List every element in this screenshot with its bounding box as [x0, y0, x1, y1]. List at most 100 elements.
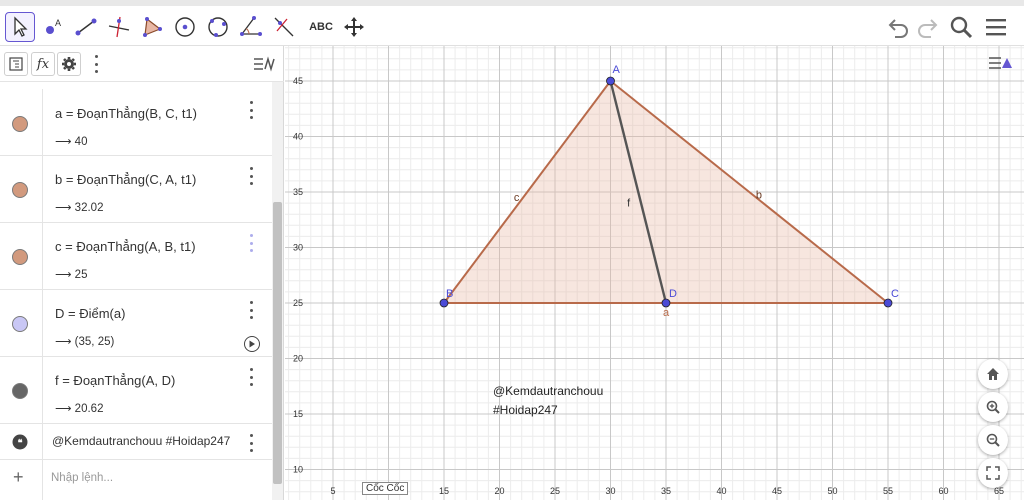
text-tool-button[interactable]: ABC	[304, 12, 338, 42]
visibility-toggle-c[interactable]	[12, 249, 28, 265]
row-menu-icon[interactable]	[246, 434, 256, 452]
row-definition[interactable]: f = ĐoạnThẳng(A, D)	[55, 373, 175, 388]
gear-icon	[62, 57, 76, 71]
graphics-style-bar-toggle[interactable]	[986, 52, 1016, 74]
zoom-in-icon	[986, 400, 1000, 414]
algebra-more-button[interactable]	[84, 52, 108, 76]
x-tick-label: 45	[772, 486, 782, 496]
toolbar: A ABC	[0, 0, 1024, 46]
x-tick-label: 50	[827, 486, 837, 496]
point-label-B: B	[446, 288, 453, 300]
angle-icon	[240, 16, 262, 36]
algebra-row-f[interactable]: f = ĐoạnThẳng(A, D) ⟶ 20.62	[0, 357, 272, 424]
polygon-tool-button[interactable]	[137, 12, 167, 42]
undo-icon	[888, 19, 908, 38]
home-button[interactable]	[978, 359, 1008, 389]
animation-play-button[interactable]	[244, 336, 260, 352]
point-tool-button[interactable]: A	[38, 12, 68, 42]
menu-icon	[986, 19, 1006, 36]
graphics-view[interactable]: 5 15 20 25 30 35 40 45 50 55 60 65 10 15 20 25 30 35 40 45 a…	[285, 46, 1024, 500]
algebra-row-c[interactable]: c = ĐoạnThẳng(A, B, t1) ⟶ 25	[0, 223, 272, 290]
algebra-row-d[interactable]: D = Điểm(a) ⟶ (35, 25)	[0, 290, 272, 357]
fx-button[interactable]: fx	[31, 52, 55, 76]
plus-icon[interactable]: +	[13, 467, 24, 488]
x-tick-label: 20	[494, 486, 504, 496]
move-tool-button[interactable]	[5, 12, 35, 42]
algebra-header: fx	[0, 46, 284, 82]
row-menu-icon[interactable]	[246, 101, 256, 119]
x-tick-label: 35	[661, 486, 671, 496]
y-tick-label: 20	[293, 354, 303, 364]
zoom-out-icon	[986, 433, 1000, 447]
arrow-cursor-icon	[14, 16, 28, 37]
y-tick-label: 45	[293, 76, 303, 86]
search-icon	[950, 16, 973, 39]
play-icon	[249, 340, 255, 348]
row-value: ⟶ 25	[55, 269, 88, 281]
y-tick-label: 35	[293, 187, 303, 197]
graphics-canvas[interactable]: 5 15 20 25 30 35 40 45 50 55 60 651015202530354045a…	[285, 46, 1024, 500]
settings-button[interactable]	[57, 52, 81, 76]
redo-button[interactable]	[912, 12, 942, 42]
fullscreen-button[interactable]	[978, 458, 1008, 488]
visibility-toggle-a[interactable]	[12, 116, 28, 132]
browser-top-strip	[0, 0, 1024, 6]
algebra-view-button[interactable]	[4, 52, 28, 76]
algebra-row-a[interactable]: a = ĐoạnThẳng(B, C, t1) ⟶ 40	[0, 89, 272, 156]
row-divider	[42, 156, 43, 222]
angle-tool-button[interactable]	[236, 12, 266, 42]
input-bar-row[interactable]: + Nhập lệnh...	[0, 460, 272, 500]
row-menu-icon[interactable]	[246, 167, 256, 185]
row-menu-icon[interactable]	[246, 234, 256, 252]
x-tick-label: 55	[883, 486, 893, 496]
x-tick-label: 30	[605, 486, 615, 496]
x-tick-label: 40	[716, 486, 726, 496]
scrollbar-thumb[interactable]	[273, 202, 282, 484]
y-tick-label: 15	[293, 409, 303, 419]
watermark-text-line1: @Kemdautranchouu	[493, 384, 604, 398]
row-divider	[42, 290, 43, 356]
row-menu-icon[interactable]	[246, 368, 256, 386]
row-definition[interactable]: a = ĐoạnThẳng(B, C, t1)	[55, 106, 197, 121]
y-tick-label: 25	[293, 298, 303, 308]
input-placeholder[interactable]: Nhập lệnh...	[51, 472, 113, 484]
move-arrows-icon	[344, 17, 364, 37]
home-icon	[987, 368, 999, 380]
row-definition[interactable]: D = Điểm(a)	[55, 306, 125, 321]
sort-button[interactable]	[251, 52, 279, 76]
point-A	[606, 76, 615, 86]
zoom-out-button[interactable]	[978, 425, 1008, 455]
main-menu-button[interactable]	[981, 12, 1011, 42]
point-label-A: A	[613, 64, 621, 76]
text-object-content[interactable]: @Kemdautranchouu #Hoidap247	[52, 434, 230, 448]
point-label-C: C	[891, 288, 899, 300]
zoom-in-button[interactable]	[978, 392, 1008, 422]
move-graphics-tool-button[interactable]	[339, 12, 369, 42]
redo-icon	[918, 19, 938, 38]
row-definition[interactable]: b = ĐoạnThẳng(C, A, t1)	[55, 172, 196, 187]
reflect-line-tool-button[interactable]	[269, 12, 299, 42]
algebra-panel: fx a = ĐoạnThẳng(B, C, t1) ⟶ 40 b = Đoạn…	[0, 46, 284, 500]
undo-button[interactable]	[884, 12, 914, 42]
visibility-toggle-f[interactable]	[12, 383, 28, 399]
search-button[interactable]	[946, 12, 976, 42]
segment-c-label: c	[514, 192, 520, 204]
segment-b-label: b	[756, 190, 762, 202]
fullscreen-icon	[986, 466, 1000, 480]
segment-tool-button[interactable]	[71, 12, 101, 42]
algebra-row-text[interactable]: ❝ @Kemdautranchouu #Hoidap247	[0, 424, 272, 460]
circle-three-points-tool-button[interactable]	[203, 12, 233, 42]
style-bar-icon	[989, 57, 1012, 69]
quote-icon[interactable]: ❝	[12, 434, 28, 450]
algebra-row-b[interactable]: b = ĐoạnThẳng(C, A, t1) ⟶ 32.02	[0, 156, 272, 223]
x-tick-label: 25	[550, 486, 560, 496]
row-value: ⟶ 40	[55, 136, 88, 148]
row-menu-icon[interactable]	[246, 301, 256, 319]
row-definition[interactable]: c = ĐoạnThẳng(A, B, t1)	[55, 239, 196, 254]
x-tick-label: 60	[938, 486, 948, 496]
fx-label: fx	[36, 56, 50, 72]
visibility-toggle-b[interactable]	[12, 182, 28, 198]
perpendicular-line-tool-button[interactable]	[104, 12, 134, 42]
circle-center-tool-button[interactable]	[170, 12, 200, 42]
visibility-toggle-d[interactable]	[12, 316, 28, 332]
